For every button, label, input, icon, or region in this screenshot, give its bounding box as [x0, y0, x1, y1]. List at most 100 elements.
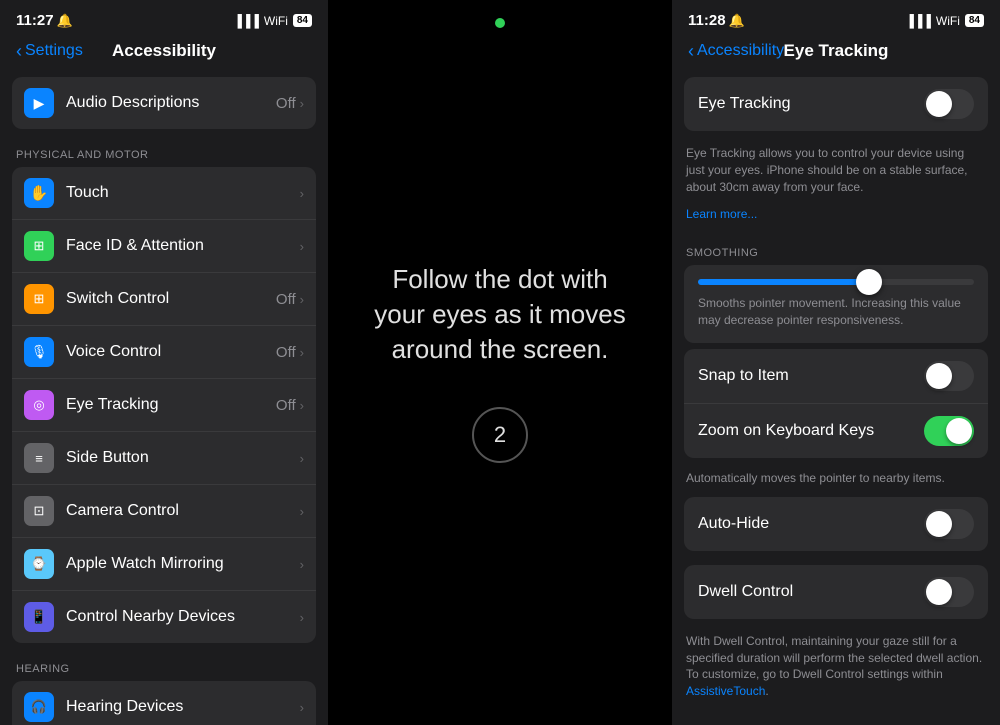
switch-control-chevron: › [300, 292, 304, 307]
left-panel: 11:27 🔔 ▐▐▐ WiFi 84 ‹ Settings Accessibi… [0, 0, 328, 725]
switch-control-icon: ⊞ [24, 284, 54, 314]
eye-tracking-list-label: Eye Tracking [66, 396, 276, 414]
auto-hide-label: Auto-Hide [698, 515, 924, 533]
voice-control-icon: 🎙 [24, 337, 54, 367]
side-button-icon: ≡ [24, 443, 54, 473]
time-left: 11:27 [16, 12, 54, 29]
smoothing-slider-section: Smooths pointer movement. Increasing thi… [684, 265, 988, 343]
touch-icon: ✋ [24, 178, 54, 208]
audio-descriptions-group: ▶ Audio Descriptions Off › [12, 77, 316, 129]
zoom-keyboard-label: Zoom on Keyboard Keys [698, 422, 924, 440]
eye-tracking-list-chevron: › [300, 398, 304, 413]
nav-bar-right: ‹ Accessibility Eye Tracking [672, 35, 1000, 69]
hearing-devices-label: Hearing Devices [66, 698, 300, 716]
snap-to-item-toggle[interactable] [924, 361, 974, 391]
smoothing-slider-thumb[interactable] [856, 269, 882, 295]
audio-descriptions-value: Off [276, 95, 296, 112]
bell-icon-right: 🔔 [729, 13, 745, 29]
hearing-devices-item[interactable]: 🎧 Hearing Devices › [12, 681, 316, 725]
audio-descriptions-chevron: › [300, 96, 304, 111]
audio-descriptions-item[interactable]: ▶ Audio Descriptions Off › [12, 77, 316, 129]
battery-right: 84 [965, 14, 984, 27]
eye-tracking-toggle[interactable] [924, 89, 974, 119]
apple-watch-icon: ⌚ [24, 549, 54, 579]
eye-tracking-content: Eye Tracking Eye Tracking allows you to … [672, 69, 1000, 725]
camera-control-item[interactable]: ⊡ Camera Control › [12, 485, 316, 538]
faceid-chevron: › [300, 239, 304, 254]
apple-watch-chevron: › [300, 557, 304, 572]
status-time-left: 11:27 🔔 [16, 12, 73, 29]
snap-to-item-row[interactable]: Snap to Item [684, 349, 988, 404]
dwell-control-row[interactable]: Dwell Control [684, 565, 988, 619]
dwell-control-thumb [926, 579, 952, 605]
wifi-icon-right: WiFi [936, 14, 960, 28]
side-button-label: Side Button [66, 449, 300, 467]
physical-section-header: PHYSICAL AND MOTOR [0, 133, 328, 167]
control-nearby-label: Control Nearby Devices [66, 608, 300, 626]
status-bar-left: 11:27 🔔 ▐▐▐ WiFi 84 [0, 0, 328, 35]
step-number-circle: 2 [472, 407, 528, 463]
smoothing-description: Smooths pointer movement. Increasing thi… [698, 295, 974, 329]
eye-tracking-main-section: Eye Tracking [684, 77, 988, 131]
audio-descriptions-label: Audio Descriptions [66, 94, 276, 112]
smoothing-slider-track[interactable] [698, 279, 974, 285]
status-icons-left: ▐▐▐ WiFi 84 [233, 14, 312, 28]
control-nearby-icon: 📱 [24, 602, 54, 632]
switch-control-label: Switch Control [66, 290, 276, 308]
apple-watch-item[interactable]: ⌚ Apple Watch Mirroring › [12, 538, 316, 591]
back-label-left: Settings [25, 42, 83, 60]
faceid-label: Face ID & Attention [66, 237, 300, 255]
eye-tracking-description: Eye Tracking allows you to control your … [672, 137, 1000, 207]
back-chevron-left: ‹ [16, 41, 22, 62]
snap-description: Automatically moves the pointer to nearb… [672, 464, 1000, 497]
side-button-chevron: › [300, 451, 304, 466]
eye-tracking-main-label: Eye Tracking [698, 95, 924, 113]
control-nearby-chevron: › [300, 610, 304, 625]
auto-hide-toggle[interactable] [924, 509, 974, 539]
learn-more-link[interactable]: Learn more... [672, 207, 1000, 233]
back-button-right[interactable]: ‹ Accessibility [688, 41, 784, 62]
dwell-control-toggle[interactable] [924, 577, 974, 607]
auto-hide-section: Auto-Hide [684, 497, 988, 551]
hearing-devices-chevron: › [300, 700, 304, 715]
touch-chevron: › [300, 186, 304, 201]
apple-watch-label: Apple Watch Mirroring [66, 555, 300, 573]
faceid-item[interactable]: ⊞ Face ID & Attention › [12, 220, 316, 273]
side-button-item[interactable]: ≡ Side Button › [12, 432, 316, 485]
auto-hide-thumb [926, 511, 952, 537]
status-bar-right: 11:28 🔔 ▐▐▐ WiFi 84 [672, 0, 1000, 35]
wifi-icon-left: WiFi [264, 14, 288, 28]
faceid-icon: ⊞ [24, 231, 54, 261]
voice-control-item[interactable]: 🎙 Voice Control Off › [12, 326, 316, 379]
eye-tracking-toggle-row[interactable]: Eye Tracking [684, 77, 988, 131]
auto-hide-row[interactable]: Auto-Hide [684, 497, 988, 551]
settings-list-left: ▶ Audio Descriptions Off › PHYSICAL AND … [0, 69, 328, 725]
assistive-touch-link[interactable]: AssistiveTouch [686, 684, 765, 698]
eye-tracking-list-item[interactable]: ◎ Eye Tracking Off › [12, 379, 316, 432]
touch-item[interactable]: ✋ Touch › [12, 167, 316, 220]
camera-control-chevron: › [300, 504, 304, 519]
right-panel: 11:28 🔔 ▐▐▐ WiFi 84 ‹ Accessibility Eye … [672, 0, 1000, 725]
time-right: 11:28 [688, 12, 726, 29]
voice-control-value: Off [276, 344, 296, 361]
dwell-control-section: Dwell Control [684, 565, 988, 619]
zoom-keyboard-toggle[interactable] [924, 416, 974, 446]
camera-dot [495, 18, 505, 28]
audio-descriptions-icon: ▶ [24, 88, 54, 118]
signal-icon-right: ▐▐▐ [905, 14, 931, 28]
back-button-left[interactable]: ‹ Settings [16, 41, 83, 62]
page-title-left: Accessibility [112, 41, 216, 61]
control-nearby-item[interactable]: 📱 Control Nearby Devices › [12, 591, 316, 643]
eye-tracking-list-icon: ◎ [24, 390, 54, 420]
eye-tracking-toggle-thumb [926, 91, 952, 117]
dwell-control-label: Dwell Control [698, 583, 924, 601]
dwell-description: With Dwell Control, maintaining your gaz… [672, 625, 1000, 712]
voice-control-chevron: › [300, 345, 304, 360]
status-icons-right: ▐▐▐ WiFi 84 [905, 14, 984, 28]
page-title-right: Eye Tracking [784, 41, 889, 61]
eye-tracking-list-value: Off [276, 397, 296, 414]
snap-to-item-thumb [926, 363, 952, 389]
back-label-right: Accessibility [697, 42, 784, 60]
zoom-keyboard-row[interactable]: Zoom on Keyboard Keys [684, 404, 988, 458]
switch-control-item[interactable]: ⊞ Switch Control Off › [12, 273, 316, 326]
